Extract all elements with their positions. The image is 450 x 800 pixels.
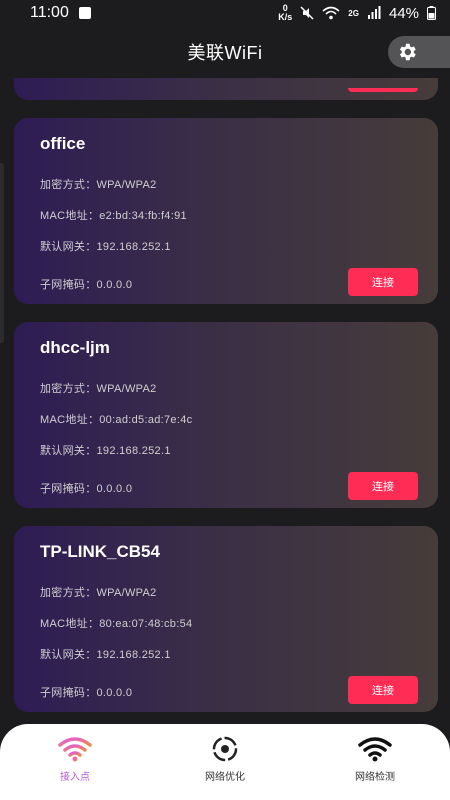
- network-type: 2G: [348, 8, 359, 18]
- nav-item-access-point[interactable]: 接入点: [15, 736, 135, 783]
- battery-icon: [427, 6, 436, 20]
- wifi-icon: [358, 737, 392, 762]
- battery-percent: 44%: [388, 4, 419, 22]
- notification-icon: [78, 7, 91, 19]
- nav-label: 网络优化: [205, 772, 245, 783]
- connect-button[interactable]: 连接: [348, 676, 418, 704]
- connect-button-partial[interactable]: [348, 88, 418, 92]
- ap-card-partial: [14, 78, 438, 100]
- nav-item-network-optimization[interactable]: 网络优化: [165, 736, 285, 783]
- ap-encryption: 加密方式：WPA/WPA2: [40, 587, 157, 599]
- ap-encryption: 加密方式：WPA/WPA2: [40, 179, 157, 191]
- nav-item-network-detection[interactable]: 网络检测: [315, 736, 435, 783]
- bottom-nav: 接入点 网络优化 网络检测: [0, 724, 450, 800]
- ap-name: TP-LINK_CB54: [40, 542, 160, 561]
- connect-button[interactable]: 连接: [348, 268, 418, 296]
- wifi-gradient-icon: [58, 737, 92, 762]
- ap-subnet: 子网掩码：0.0.0.0: [40, 687, 133, 699]
- ap-card: dhcc-ljm 加密方式：WPA/WPA2 MAC地址：00:ad:d5:ad…: [14, 322, 438, 508]
- ap-gateway: 默认网关：192.168.252.1: [40, 649, 171, 661]
- nav-label: 网络检测: [355, 772, 395, 783]
- status-time: 11:00: [30, 4, 69, 21]
- settings-button[interactable]: [388, 36, 450, 68]
- status-bar: 11:00 0 K/s 2G 44%: [0, 0, 450, 26]
- target-icon: [212, 736, 238, 762]
- ap-card: TP-LINK_CB54 加密方式：WPA/WPA2 MAC地址：80:ea:0…: [14, 526, 438, 712]
- access-point-list[interactable]: office 加密方式：WPA/WPA2 MAC地址：e2:bd:34:fb:f…: [0, 78, 450, 728]
- gear-icon: [399, 43, 416, 61]
- nav-label: 接入点: [60, 772, 90, 783]
- connect-button[interactable]: 连接: [348, 472, 418, 500]
- ap-gateway: 默认网关：192.168.252.1: [40, 445, 171, 457]
- ap-mac: MAC地址：00:ad:d5:ad:7e:4c: [40, 414, 193, 426]
- ap-subnet: 子网掩码：0.0.0.0: [40, 483, 133, 495]
- app-header: 美联WiFi: [0, 26, 450, 78]
- ap-mac: MAC地址：e2:bd:34:fb:f4:91: [40, 210, 187, 222]
- ap-name: office: [40, 134, 86, 153]
- ap-encryption: 加密方式：WPA/WPA2: [40, 383, 157, 395]
- ap-gateway: 默认网关：192.168.252.1: [40, 241, 171, 253]
- signal-icon: [367, 6, 381, 19]
- ap-mac: MAC地址：80:ea:07:48:cb:54: [40, 618, 193, 630]
- page-title: 美联WiFi: [187, 43, 263, 63]
- ap-subnet: 子网掩码：0.0.0.0: [40, 279, 133, 291]
- network-speed: 0 K/s: [278, 3, 293, 22]
- ap-card: office 加密方式：WPA/WPA2 MAC地址：e2:bd:34:fb:f…: [14, 118, 438, 304]
- wifi-status-icon: [322, 6, 340, 20]
- ap-name: dhcc-ljm: [40, 338, 110, 357]
- mute-icon: [300, 6, 314, 20]
